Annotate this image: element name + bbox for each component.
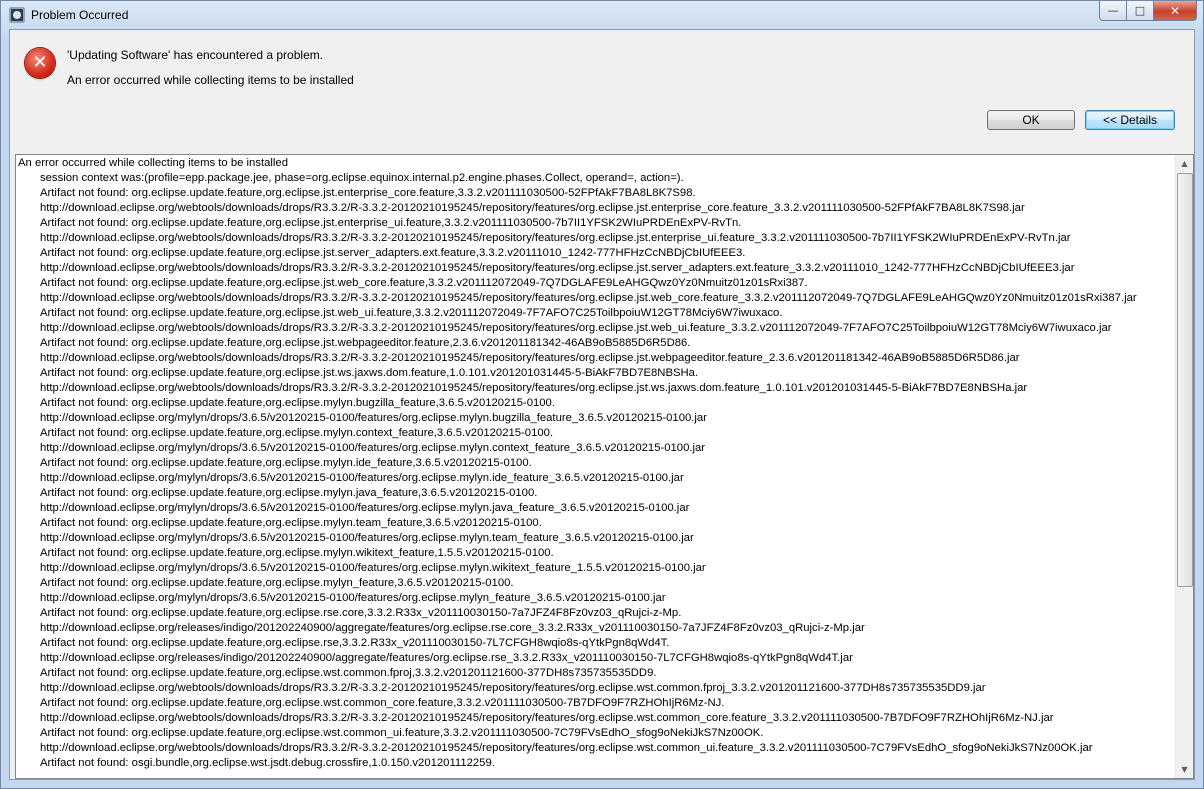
log-line: Artifact not found: org.eclipse.update.f…	[40, 517, 542, 529]
log-line: http://download.eclipse.org/mylyn/drops/…	[40, 412, 707, 424]
log-line: Artifact not found: org.eclipse.update.f…	[40, 547, 554, 559]
log-line: http://download.eclipse.org/webtools/dow…	[40, 682, 986, 694]
vertical-scrollbar[interactable]: ▲ ▼	[1175, 155, 1193, 778]
log-line: Artifact not found: org.eclipse.update.f…	[40, 367, 699, 379]
problem-detail: An error occurred while collecting items…	[67, 73, 354, 87]
window-title: Problem Occurred	[31, 8, 129, 22]
window-controls: — □ ✕	[1099, 1, 1197, 21]
log-line: http://download.eclipse.org/webtools/dow…	[40, 232, 1071, 244]
log-line: Artifact not found: org.eclipse.update.f…	[40, 457, 532, 469]
title-bar[interactable]: Problem Occurred — □ ✕	[1, 1, 1203, 29]
log-line: http://download.eclipse.org/mylyn/drops/…	[40, 592, 666, 604]
log-line: Artifact not found: org.eclipse.update.f…	[40, 397, 555, 409]
log-line: http://download.eclipse.org/mylyn/drops/…	[40, 502, 690, 514]
log-line: Artifact not found: org.eclipse.update.f…	[40, 337, 691, 349]
log-line: http://download.eclipse.org/mylyn/drops/…	[40, 562, 706, 574]
log-line: http://download.eclipse.org/webtools/dow…	[40, 712, 1054, 724]
log-line: http://download.eclipse.org/webtools/dow…	[40, 742, 1093, 754]
log-line: Artifact not found: org.eclipse.update.f…	[40, 607, 682, 619]
minimize-icon: —	[1107, 4, 1119, 17]
log-line: Artifact not found: org.eclipse.update.f…	[40, 427, 554, 439]
log-line: http://download.eclipse.org/webtools/dow…	[40, 202, 1025, 214]
log-line: http://download.eclipse.org/webtools/dow…	[40, 262, 1075, 274]
scroll-thumb[interactable]	[1177, 173, 1193, 587]
log-line: session context was:(profile=epp.package…	[40, 172, 684, 184]
log-line: Artifact not found: org.eclipse.update.f…	[40, 577, 514, 589]
maximize-button[interactable]: □	[1127, 1, 1154, 21]
log-line: http://download.eclipse.org/mylyn/drops/…	[40, 442, 706, 454]
log-line: Artifact not found: org.eclipse.update.f…	[40, 247, 746, 259]
log-line: An error occurred while collecting items…	[18, 157, 288, 169]
log-line: http://download.eclipse.org/webtools/dow…	[40, 382, 1028, 394]
log-line: http://download.eclipse.org/releases/ind…	[40, 652, 853, 664]
log-line: Artifact not found: osgi.bundle,org.ecli…	[40, 757, 495, 769]
log-line: http://download.eclipse.org/mylyn/drops/…	[40, 532, 694, 544]
log-line: Artifact not found: org.eclipse.update.f…	[40, 307, 783, 319]
log-line: Artifact not found: org.eclipse.update.f…	[40, 637, 670, 649]
log-line: http://download.eclipse.org/webtools/dow…	[40, 292, 1137, 304]
close-button[interactable]: ✕	[1154, 1, 1197, 21]
ok-button[interactable]: OK	[987, 110, 1075, 130]
dialog-body: ✕ 'Updating Software' has encountered a …	[9, 29, 1195, 780]
details-button[interactable]: << Details	[1085, 110, 1175, 130]
log-line: Artifact not found: org.eclipse.update.f…	[40, 697, 725, 709]
scroll-up-arrow-icon[interactable]: ▲	[1176, 155, 1193, 172]
log-line: Artifact not found: org.eclipse.update.f…	[40, 667, 657, 679]
log-line: Artifact not found: org.eclipse.update.f…	[40, 277, 808, 289]
dialog-window: Problem Occurred — □ ✕ ✕ 'Updating Softw…	[0, 0, 1204, 789]
log-line: http://download.eclipse.org/webtools/dow…	[40, 322, 1112, 334]
details-log[interactable]: An error occurred while collecting items…	[18, 156, 1175, 778]
log-line: http://download.eclipse.org/releases/ind…	[40, 622, 865, 634]
maximize-icon: □	[1134, 4, 1146, 17]
log-line: Artifact not found: org.eclipse.update.f…	[40, 187, 696, 199]
close-icon: ✕	[1169, 3, 1181, 18]
log-line: http://download.eclipse.org/mylyn/drops/…	[40, 472, 684, 484]
problem-message: 'Updating Software' has encountered a pr…	[67, 48, 324, 62]
eclipse-app-icon	[9, 7, 25, 23]
log-line: Artifact not found: org.eclipse.update.f…	[40, 487, 538, 499]
minimize-button[interactable]: —	[1099, 1, 1127, 21]
scroll-down-arrow-icon[interactable]: ▼	[1176, 761, 1193, 778]
log-line: Artifact not found: org.eclipse.update.f…	[40, 727, 764, 739]
log-line: Artifact not found: org.eclipse.update.f…	[40, 217, 742, 229]
error-icon: ✕	[25, 48, 55, 78]
details-text-area[interactable]: An error occurred while collecting items…	[15, 154, 1194, 779]
log-line: http://download.eclipse.org/webtools/dow…	[40, 352, 1020, 364]
